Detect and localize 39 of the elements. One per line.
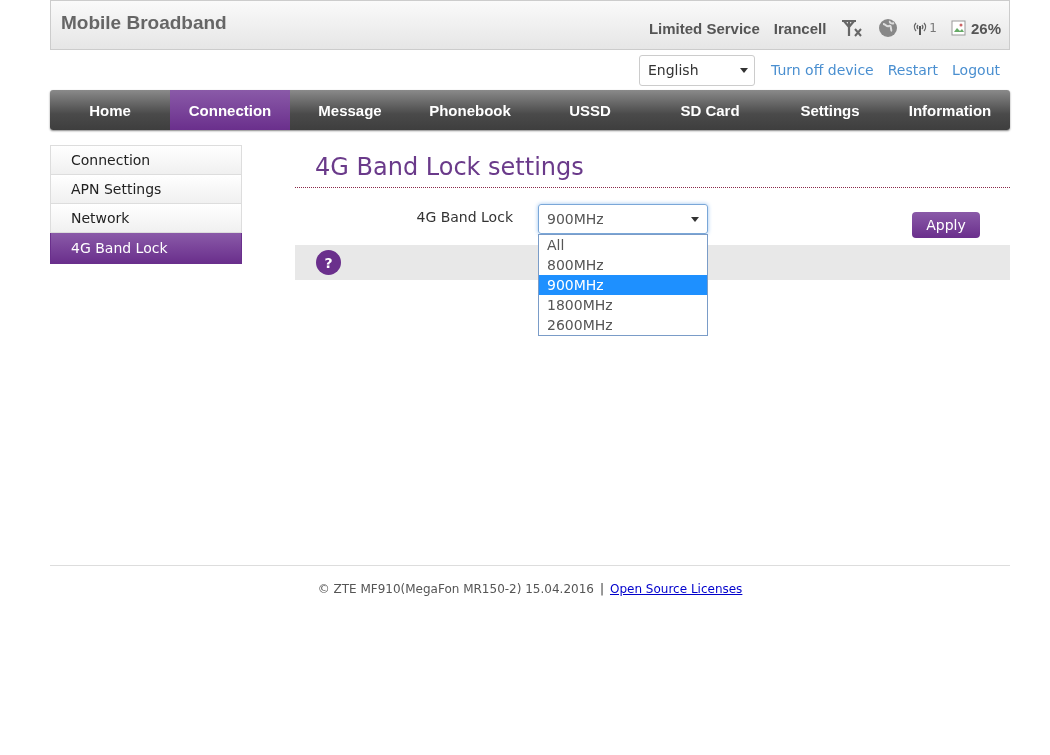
- nav-tab[interactable]: Settings: [770, 90, 890, 130]
- separator: |: [599, 582, 604, 596]
- toolbar-link[interactable]: Restart: [887, 62, 939, 78]
- toolbar-link[interactable]: Logout: [952, 62, 1000, 78]
- copyright-text: © ZTE MF910(MegaFon MR150-2) 15.04.2016: [317, 582, 594, 596]
- sidebar-item[interactable]: Connection: [50, 145, 242, 175]
- language-select[interactable]: English: [638, 54, 755, 86]
- sidebar-item[interactable]: APN Settings: [50, 175, 242, 204]
- nav-tab[interactable]: Phonebook: [410, 90, 530, 130]
- caret-icon: [739, 67, 748, 73]
- nav-tab[interactable]: Information: [890, 90, 1010, 130]
- license-link[interactable]: Open Source Licenses: [610, 582, 743, 596]
- dropdown-option[interactable]: All: [539, 235, 707, 255]
- nav-tab[interactable]: USSD: [530, 90, 650, 130]
- caret-icon: [691, 216, 699, 222]
- dropdown-option[interactable]: 800MHz: [539, 255, 707, 275]
- field-label: 4G Band Lock: [415, 208, 513, 225]
- sidebar-item[interactable]: 4G Band Lock: [50, 233, 242, 264]
- nav-tab[interactable]: Message: [290, 90, 410, 130]
- nav-tab[interactable]: Home: [50, 90, 170, 130]
- nav-tab[interactable]: Connection: [170, 90, 290, 130]
- page-title: 4G Band Lock settings: [295, 145, 1010, 188]
- dropdown-option[interactable]: 1800MHz: [539, 295, 707, 315]
- client-count: 1: [929, 21, 937, 35]
- network-status: Limited Service: [648, 19, 760, 37]
- toolbar-link[interactable]: Turn off device: [770, 62, 874, 78]
- no-signal-icon: [840, 18, 865, 38]
- hotspot-icon: [912, 21, 929, 35]
- help-button[interactable]: ?: [316, 250, 341, 275]
- nav-tab[interactable]: SD Card: [650, 90, 770, 130]
- globe-icon: [878, 18, 899, 38]
- apply-button[interactable]: Apply: [912, 212, 980, 238]
- operator-name: Irancell: [773, 19, 827, 37]
- sidebar-item[interactable]: Network: [50, 204, 242, 233]
- band-select[interactable]: 900MHz: [538, 204, 708, 234]
- battery-level: 26%: [970, 19, 1001, 37]
- broken-image-icon: [950, 20, 967, 36]
- app-title: Mobile Broadband: [61, 12, 227, 34]
- dropdown-option[interactable]: 2600MHz: [539, 315, 707, 335]
